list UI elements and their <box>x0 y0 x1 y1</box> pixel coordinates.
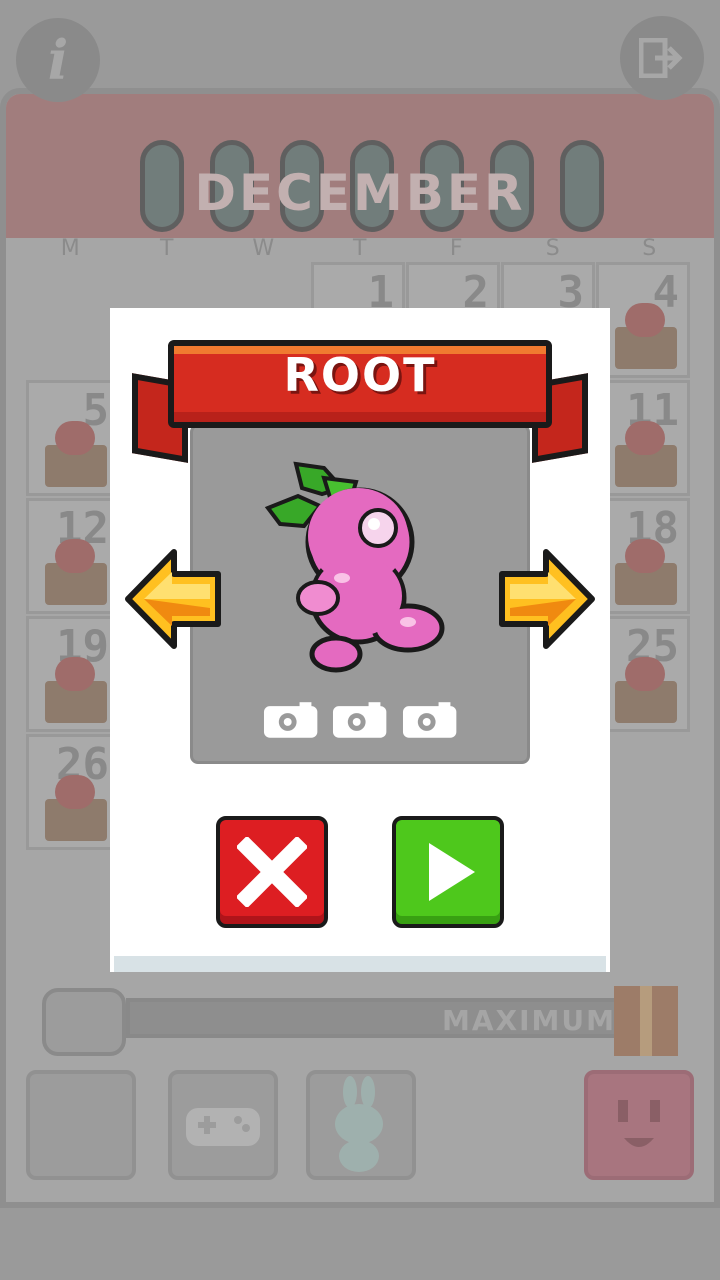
root-character-sprite <box>264 461 445 673</box>
play-button[interactable] <box>392 816 504 928</box>
previous-arrow-icon[interactable] <box>124 544 224 654</box>
camera-icon <box>263 702 318 738</box>
camera-icon <box>402 702 457 738</box>
cancel-button[interactable] <box>216 816 328 928</box>
camera-icon <box>333 702 387 738</box>
dialog-footer-strip <box>114 956 606 972</box>
close-x-icon <box>237 837 307 907</box>
character-select-dialog: ROOT <box>110 308 610 972</box>
character-name: ROOT <box>283 348 437 402</box>
play-icon <box>429 843 475 901</box>
next-arrow-icon[interactable] <box>496 544 596 654</box>
camera-row <box>262 700 458 740</box>
